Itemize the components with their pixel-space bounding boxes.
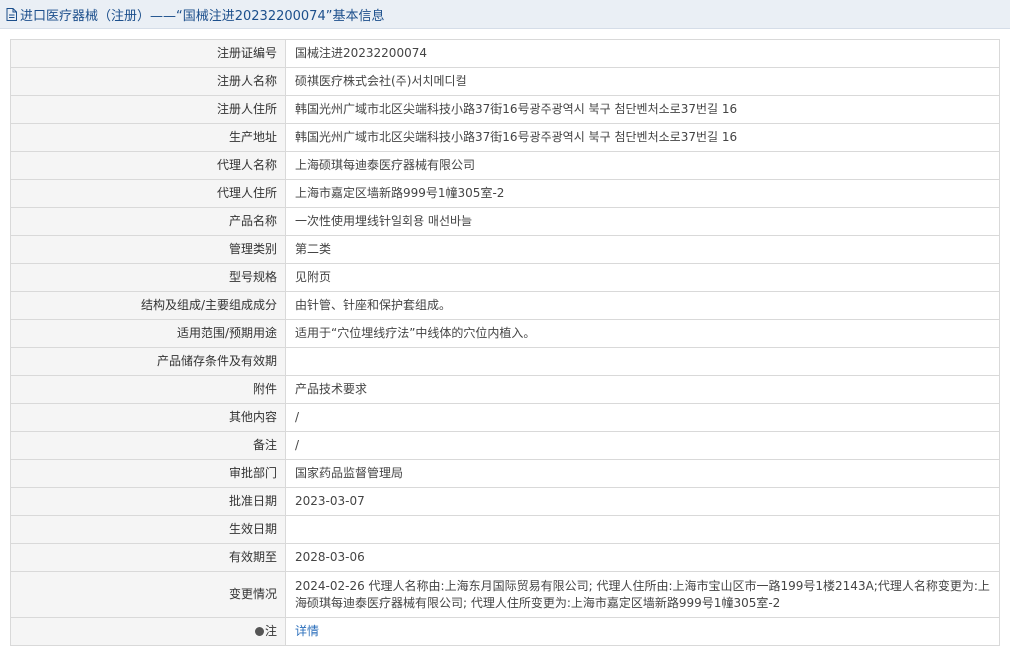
table-row: 结构及组成/主要组成成分 由针管、针座和保护套组成。 [10,291,1000,320]
table-row: 注册人名称 硕祺医疗株式会社(주)서치메디컬 [10,67,1000,96]
row-value [285,515,1000,544]
row-value: 上海硕琪每迪泰医疗器械有限公司 [285,151,1000,180]
page-header: 进口医疗器械（注册）——“国械注进20232200074”基本信息 [0,0,1010,29]
row-value: 2024-02-26 代理人名称由:上海东月国际贸易有限公司; 代理人住所由:上… [285,571,1000,618]
pin-icon [254,627,264,636]
row-label: 产品名称 [10,207,286,236]
row-label: 生产地址 [10,123,286,152]
row-value: 2028-03-06 [285,543,1000,572]
row-label: 备注 [10,431,286,460]
row-label: 其他内容 [10,403,286,432]
row-label: 注册证编号 [10,39,286,68]
row-value: 见附页 [285,263,1000,292]
row-label: 管理类别 [10,235,286,264]
row-label: 代理人住所 [10,179,286,208]
row-value: 适用于“穴位埋线疗法”中线体的穴位内植入。 [285,319,1000,348]
row-label: 附件 [10,375,286,404]
info-table: 注册证编号 国械注进20232200074 注册人名称 硕祺医疗株式会社(주)서치메… [10,39,1000,646]
table-row: 产品名称 一次性使用埋线针일회용 매선바늘 [10,207,1000,236]
row-value: 2023-03-07 [285,487,1000,516]
row-value: 硕祺医疗株式会社(주)서치메디컬 [285,67,1000,96]
row-value: 第二类 [285,235,1000,264]
row-label: 审批部门 [10,459,286,488]
row-value [285,347,1000,376]
table-row: 注册证编号 国械注进20232200074 [10,39,1000,68]
table-row: 批准日期 2023-03-07 [10,487,1000,516]
row-value: / [285,431,1000,460]
row-label: 代理人名称 [10,151,286,180]
table-row: 生效日期 [10,515,1000,544]
table-row: 产品储存条件及有效期 [10,347,1000,376]
table-row: 附件 产品技术要求 [10,375,1000,404]
row-label: 有效期至 [10,543,286,572]
row-label: 产品储存条件及有效期 [10,347,286,376]
note-label: 注 [264,624,277,638]
table-row: 其他内容 / [10,403,1000,432]
table-row: 生产地址 韩国光州广域市北区尖端科技小路37街16号광주광역시 북구 첨단벤처소로… [10,123,1000,152]
table-row: 备注 / [10,431,1000,460]
row-label: 结构及组成/主要组成成分 [10,291,286,320]
row-label: 注册人名称 [10,67,286,96]
table-row: 管理类别 第二类 [10,235,1000,264]
row-value: 韩国光州广域市北区尖端科技小路37街16号광주광역시 북구 첨단벤처소로37번길… [285,123,1000,152]
row-value: 韩国光州广域市北区尖端科技小路37街16号광주광역시 북구 첨단벤처소로37번길… [285,95,1000,124]
table-row: 变更情况 2024-02-26 代理人名称由:上海东月国际贸易有限公司; 代理人住… [10,571,1000,618]
note-label-cell: 注 [10,617,286,646]
table-row: 审批部门 国家药品监督管理局 [10,459,1000,488]
row-value: 国械注进20232200074 [285,39,1000,68]
row-value: / [285,403,1000,432]
table-row: 代理人住所 上海市嘉定区墙新路999号1幢305室-2 [10,179,1000,208]
page-title: 进口医疗器械（注册）——“国械注进20232200074”基本信息 [20,8,385,24]
table-row: 有效期至 2028-03-06 [10,543,1000,572]
row-label: 型号规格 [10,263,286,292]
table-row: 注册人住所 韩国光州广域市北区尖端科技小路37街16号광주광역시 북구 첨단벤처소… [10,95,1000,124]
document-icon [6,7,17,21]
row-label: 变更情况 [10,571,286,618]
table-row: 适用范围/预期用途 适用于“穴位埋线疗法”中线体的穴位内植入。 [10,319,1000,348]
row-label: 批准日期 [10,487,286,516]
note-row: 注 详情 [10,617,1000,646]
table-row: 型号规格 见附页 [10,263,1000,292]
row-label: 生效日期 [10,515,286,544]
row-value: 一次性使用埋线针일회용 매선바늘 [285,207,1000,236]
note-value-cell: 详情 [285,617,1000,646]
info-table-container: 注册证编号 国械注进20232200074 注册人名称 硕祺医疗株式会社(주)서치메… [10,39,1000,646]
row-label: 适用范围/预期用途 [10,319,286,348]
detail-link[interactable]: 详情 [295,624,319,638]
table-row: 代理人名称 上海硕琪每迪泰医疗器械有限公司 [10,151,1000,180]
row-value: 上海市嘉定区墙新路999号1幢305室-2 [285,179,1000,208]
row-value: 国家药品监督管理局 [285,459,1000,488]
row-value: 由针管、针座和保护套组成。 [285,291,1000,320]
row-label: 注册人住所 [10,95,286,124]
row-value: 产品技术要求 [285,375,1000,404]
